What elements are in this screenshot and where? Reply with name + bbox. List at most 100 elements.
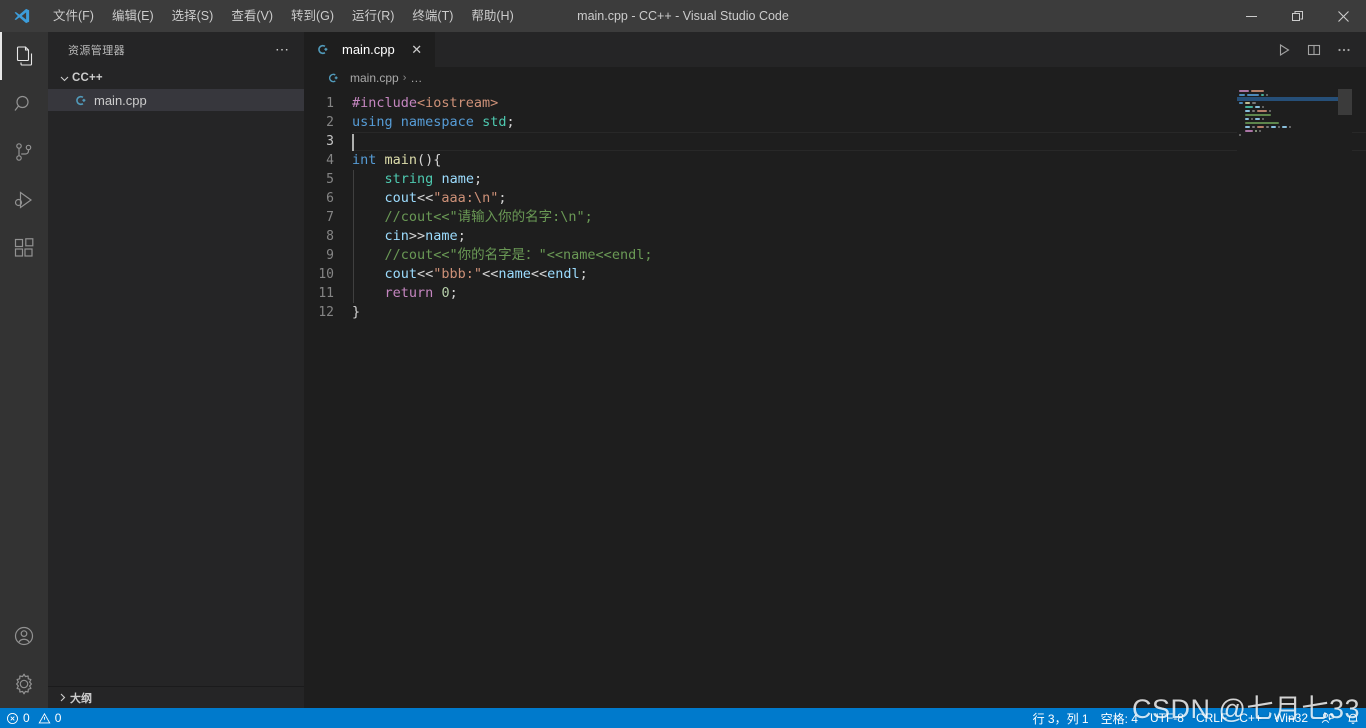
code-text: return 0; bbox=[384, 285, 458, 301]
sidebar-explorer: 资源管理器 ⋯ CC++ main.cpp 大纲 bbox=[48, 32, 304, 708]
chevron-right-icon bbox=[54, 692, 70, 703]
cpp-file-icon bbox=[314, 42, 331, 57]
line-number: 10 bbox=[318, 267, 334, 282]
line-number: 8 bbox=[326, 229, 334, 244]
vscode-logo-icon bbox=[0, 0, 44, 32]
bell-icon bbox=[1348, 713, 1358, 724]
status-bar-left: 0 0 bbox=[0, 708, 67, 728]
code-content[interactable]: 1 #include<iostream> 2 using namespace std;… bbox=[304, 89, 1366, 322]
status-cursor-position[interactable]: 行 3，列 1 bbox=[1027, 708, 1095, 728]
run-code-button[interactable] bbox=[1270, 36, 1298, 64]
activity-item-settings[interactable] bbox=[0, 660, 48, 708]
code-line-content[interactable]: //cout<<"请输入你的名字:\n"; bbox=[352, 208, 1366, 227]
breadcrumb[interactable]: main.cpp › … bbox=[304, 67, 1366, 89]
code-line[interactable]: 2 using namespace std; bbox=[304, 113, 1366, 132]
menu-item-view[interactable]: 查看(V) bbox=[222, 0, 282, 32]
breadcrumb-separator: › bbox=[402, 72, 407, 84]
code-line-content[interactable] bbox=[352, 132, 1366, 151]
line-number: 5 bbox=[326, 172, 334, 187]
editor-actions bbox=[1270, 32, 1366, 67]
code-line[interactable]: 8 cin>>name; bbox=[304, 227, 1366, 246]
tab-close-icon[interactable]: ✕ bbox=[409, 42, 425, 58]
warning-icon bbox=[38, 712, 51, 723]
code-line-content[interactable]: #include<iostream> bbox=[352, 94, 1366, 113]
tree-folder-cc[interactable]: CC++ bbox=[48, 67, 304, 89]
menu-item-select[interactable]: 选择(S) bbox=[163, 0, 223, 32]
status-indentation[interactable]: 空格: 4 bbox=[1095, 708, 1144, 728]
status-eol[interactable]: CRLF bbox=[1190, 708, 1233, 728]
code-editor[interactable]: 1 #include<iostream> 2 using namespace std;… bbox=[304, 89, 1366, 708]
maximize-restore-button[interactable] bbox=[1274, 0, 1320, 32]
menu-item-file[interactable]: 文件(F) bbox=[44, 0, 103, 32]
menu-item-edit[interactable]: 编辑(E) bbox=[103, 0, 163, 32]
line-number: 2 bbox=[326, 115, 334, 130]
overview-ruler[interactable] bbox=[1352, 89, 1366, 708]
code-line[interactable]: 6 cout<<"aaa:\n"; bbox=[304, 189, 1366, 208]
menu-item-goto[interactable]: 转到(G) bbox=[282, 0, 343, 32]
activity-item-run-debug[interactable] bbox=[0, 176, 48, 224]
activity-item-account[interactable] bbox=[0, 612, 48, 660]
status-bar: 0 0 行 3，列 1 空格: 4 UTF-8 CRLF C++ Win32 bbox=[0, 708, 1366, 728]
split-editor-button[interactable] bbox=[1300, 36, 1328, 64]
code-line-content[interactable]: return 0; bbox=[352, 284, 1366, 303]
extensions-icon bbox=[14, 238, 34, 257]
indent-guide bbox=[353, 246, 354, 265]
status-feedback[interactable] bbox=[1314, 708, 1340, 728]
menu-item-help[interactable]: 帮助(H) bbox=[462, 0, 522, 32]
code-line-content[interactable]: string name; bbox=[352, 170, 1366, 189]
code-line-content[interactable]: int main(){ bbox=[352, 151, 1366, 170]
code-text: int main(){ bbox=[352, 152, 442, 168]
code-line[interactable]: 3 bbox=[304, 132, 1366, 151]
tree-file-main-cpp[interactable]: main.cpp bbox=[48, 89, 304, 111]
tab-main-cpp[interactable]: main.cpp ✕ bbox=[304, 32, 436, 67]
code-line-content[interactable]: cout<<"bbb:"<<name<<endl; bbox=[352, 265, 1366, 284]
code-line-content[interactable]: using namespace std; bbox=[352, 113, 1366, 132]
code-line-content[interactable]: cout<<"aaa:\n"; bbox=[352, 189, 1366, 208]
activity-item-extensions[interactable] bbox=[0, 224, 48, 272]
code-scroll-region[interactable]: 1 #include<iostream> 2 using namespace std;… bbox=[304, 89, 1366, 708]
status-language-mode[interactable]: C++ bbox=[1233, 708, 1268, 728]
code-text: cout<<"bbb:"<<name<<endl; bbox=[384, 266, 588, 282]
window-controls bbox=[1228, 0, 1366, 32]
code-line-content[interactable]: cin>>name; bbox=[352, 227, 1366, 246]
code-line[interactable]: 11 return 0; bbox=[304, 284, 1366, 303]
code-line[interactable]: 5 string name; bbox=[304, 170, 1366, 189]
editor-group: main.cpp ✕ main.cpp › … 1 #include<iostr… bbox=[304, 32, 1366, 708]
line-number: 7 bbox=[326, 210, 334, 225]
code-line[interactable]: 1 #include<iostream> bbox=[304, 94, 1366, 113]
minimize-button[interactable] bbox=[1228, 0, 1274, 32]
code-line[interactable]: 9 //cout<<"你的名字是："<<name<<endl; bbox=[304, 246, 1366, 265]
code-line[interactable]: 7 //cout<<"请输入你的名字:\n"; bbox=[304, 208, 1366, 227]
sidebar-more-actions-icon[interactable]: ⋯ bbox=[271, 41, 294, 58]
menu-bar[interactable]: 文件(F) 编辑(E) 选择(S) 查看(V) 转到(G) 运行(R) 终端(T… bbox=[44, 0, 523, 32]
code-text: using namespace std; bbox=[352, 114, 515, 130]
status-problems[interactable]: 0 0 bbox=[0, 708, 67, 728]
code-line-content[interactable]: //cout<<"你的名字是："<<name<<endl; bbox=[352, 246, 1366, 265]
indent-guide bbox=[353, 208, 354, 227]
code-line[interactable]: 4 int main(){ bbox=[304, 151, 1366, 170]
tree-folder-label: CC++ bbox=[72, 72, 103, 84]
code-line[interactable]: 10 cout<<"bbb:"<<name<<endl; bbox=[304, 265, 1366, 284]
tab-label: main.cpp bbox=[342, 42, 395, 57]
more-actions-button[interactable] bbox=[1330, 36, 1358, 64]
editor-tabs: main.cpp ✕ bbox=[304, 32, 1366, 67]
outline-panel-header[interactable]: 大纲 bbox=[48, 686, 304, 708]
chevron-down-icon bbox=[56, 73, 72, 84]
activity-item-search[interactable] bbox=[0, 80, 48, 128]
menu-item-terminal[interactable]: 终端(T) bbox=[403, 0, 462, 32]
breadcrumb-rest[interactable]: … bbox=[410, 71, 422, 85]
code-line[interactable]: 12} bbox=[304, 303, 1366, 322]
activity-item-explorer[interactable] bbox=[0, 32, 48, 80]
breadcrumb-file[interactable]: main.cpp bbox=[350, 71, 399, 85]
status-encoding[interactable]: UTF-8 bbox=[1144, 708, 1190, 728]
status-notifications[interactable] bbox=[1340, 708, 1366, 728]
close-button[interactable] bbox=[1320, 0, 1366, 32]
code-line-content[interactable]: } bbox=[352, 303, 1366, 322]
code-text: cout<<"aaa:\n"; bbox=[384, 190, 507, 206]
feedback-icon bbox=[1321, 712, 1334, 724]
activity-item-source-control[interactable] bbox=[0, 128, 48, 176]
menu-item-run[interactable]: 运行(R) bbox=[343, 0, 403, 32]
status-platform[interactable]: Win32 bbox=[1268, 708, 1314, 728]
sidebar-header: 资源管理器 ⋯ bbox=[48, 32, 304, 67]
